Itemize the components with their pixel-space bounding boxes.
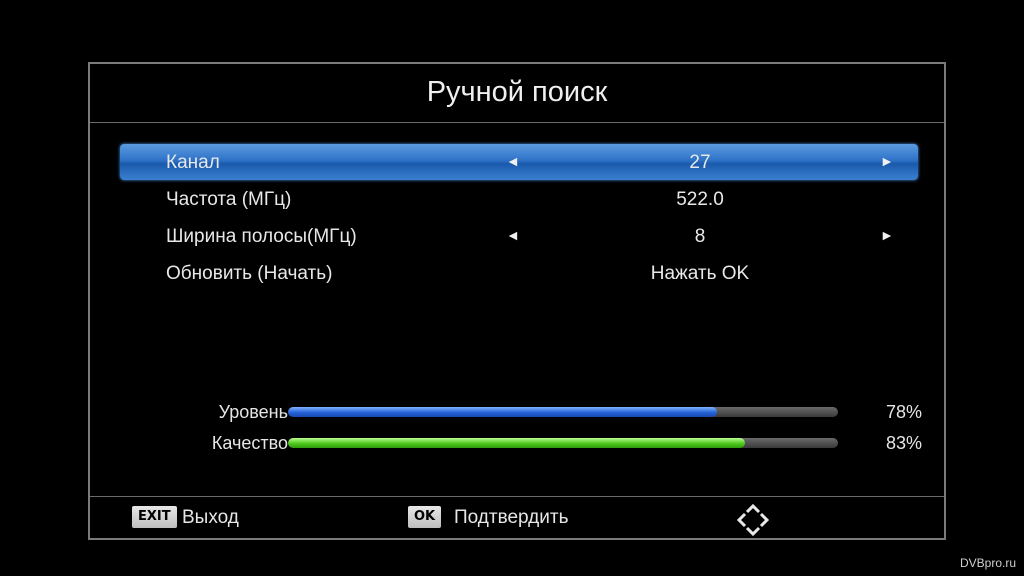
bandwidth-value: 8 bbox=[694, 226, 706, 247]
manual-search-dialog: Ручной поиск Канал ◄ 27 ► Частота (МГц) … bbox=[88, 62, 946, 540]
exit-key-badge[interactable]: EXIT bbox=[132, 506, 177, 528]
signal-level-row: Уровень 78% bbox=[90, 400, 948, 424]
update-label: Обновить (Начать) bbox=[166, 263, 333, 284]
channel-value: 27 bbox=[689, 152, 711, 173]
exit-hint-label: Выход bbox=[182, 507, 239, 528]
ok-key-badge[interactable]: OK bbox=[408, 506, 442, 528]
menu-row-channel[interactable]: Канал ◄ 27 ► bbox=[120, 144, 918, 180]
level-bar-fill bbox=[288, 407, 717, 417]
dialog-title: Ручной поиск bbox=[426, 76, 608, 108]
watermark: DVBpro.ru bbox=[959, 556, 1016, 570]
quality-label: Качество bbox=[211, 433, 288, 453]
menu-row-bandwidth[interactable]: Ширина полосы(МГц) ◄ 8 ► bbox=[120, 218, 918, 254]
quality-percent: 83% bbox=[885, 433, 922, 453]
tv-screen: Ручной поиск Канал ◄ 27 ► Частота (МГц) … bbox=[0, 0, 1024, 576]
level-percent: 78% bbox=[885, 402, 922, 422]
frequency-value: 522.0 bbox=[676, 189, 724, 210]
menu-row-update[interactable]: Обновить (Начать) Нажать OK bbox=[120, 255, 918, 291]
channel-label: Канал bbox=[166, 152, 220, 173]
update-value: Нажать OK bbox=[650, 263, 750, 284]
confirm-hint-label: Подтвердить bbox=[454, 507, 569, 528]
footer-hints: EXIT Выход OK Подтвердить bbox=[90, 497, 944, 540]
title-divider bbox=[90, 122, 944, 123]
signal-quality-row: Качество 83% bbox=[90, 431, 948, 455]
menu-row-frequency[interactable]: Частота (МГц) 522.0 bbox=[120, 181, 918, 217]
bandwidth-right-arrow-icon[interactable]: ► bbox=[880, 227, 894, 243]
bandwidth-label: Ширина полосы(МГц) bbox=[166, 226, 357, 247]
quality-bar bbox=[288, 438, 838, 448]
bandwidth-left-arrow-icon[interactable]: ◄ bbox=[506, 227, 520, 243]
channel-left-arrow-icon[interactable]: ◄ bbox=[506, 153, 520, 169]
dpad-arrows-icon bbox=[736, 503, 770, 537]
frequency-label: Частота (МГц) bbox=[166, 189, 292, 210]
level-label: Уровень bbox=[218, 402, 288, 422]
quality-bar-fill bbox=[288, 438, 745, 448]
level-bar bbox=[288, 407, 838, 417]
channel-right-arrow-icon[interactable]: ► bbox=[880, 153, 894, 169]
